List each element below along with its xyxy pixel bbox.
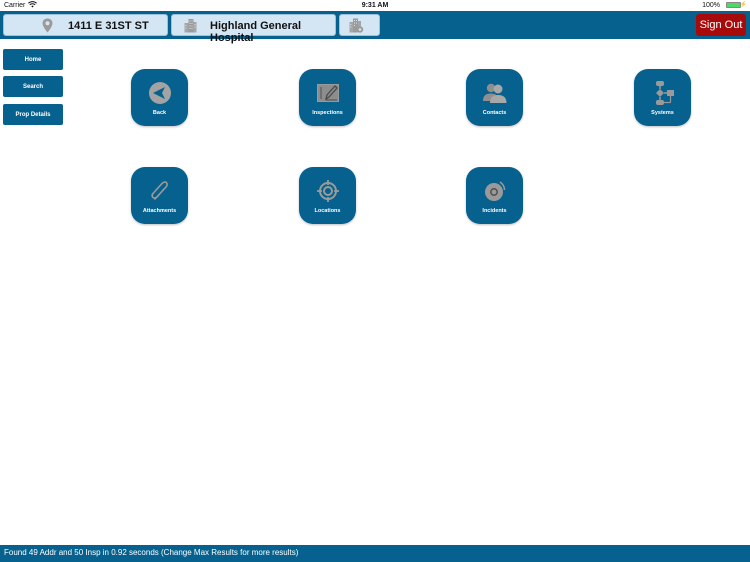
tile-contacts[interactable]: Contacts <box>466 69 523 126</box>
tile-incidents[interactable]: Incidents <box>466 167 523 224</box>
battery-percent: 100% <box>702 2 720 9</box>
property-name: Highland General Hospital <box>210 20 302 44</box>
tile-label: Attachments <box>142 208 177 214</box>
tile-locations[interactable]: Locations <box>299 167 356 224</box>
tile-label: Back <box>152 110 167 116</box>
charging-icon: ⚡ <box>739 2 747 8</box>
contacts-icon <box>482 80 508 106</box>
sign-out-button[interactable]: Sign Out <box>696 14 746 36</box>
tile-back[interactable]: Back <box>131 69 188 126</box>
address-label: 1411 E 31ST ST <box>68 20 149 32</box>
tile-label: Contacts <box>482 110 507 116</box>
battery-fill <box>727 3 740 7</box>
tile-label: Locations <box>314 208 341 214</box>
building-settings-button[interactable] <box>339 14 380 36</box>
back-arrow-icon <box>147 80 173 106</box>
clock: 9:31 AM <box>361 2 389 9</box>
crosshair-icon <box>315 178 341 204</box>
paperclip-icon <box>147 178 173 204</box>
status-bar: Carrier 9:31 AM 100% ⚡ <box>0 0 750 11</box>
sidebar-item-prop-details[interactable]: Prop Details <box>3 104 63 125</box>
tile-label: Incidents <box>482 208 507 214</box>
systems-flow-icon <box>650 80 676 106</box>
tile-label: Inspections <box>312 110 343 116</box>
tile-inspections[interactable]: Inspections <box>299 69 356 126</box>
tile-systems[interactable]: Systems <box>634 69 691 126</box>
tile-label: Systems <box>651 110 674 116</box>
top-bar: 1411 E 31ST ST Highland General Hospital… <box>0 11 750 44</box>
alarm-bell-icon <box>482 178 508 204</box>
property-button[interactable]: Highland General Hospital <box>171 14 336 44</box>
results-message: Found 49 Addr and 50 Insp in 0.92 second… <box>4 548 299 557</box>
tile-attachments[interactable]: Attachments <box>131 167 188 224</box>
building-settings-icon <box>349 18 364 33</box>
sidebar-item-search[interactable]: Search <box>3 76 63 97</box>
results-status-bar: Found 49 Addr and 50 Insp in 0.92 second… <box>0 545 750 562</box>
map-pin-icon <box>42 18 53 33</box>
inspection-edit-icon <box>315 80 341 106</box>
address-button[interactable]: 1411 E 31ST ST <box>3 14 168 36</box>
building-icon <box>184 18 197 33</box>
sidebar-item-home[interactable]: Home <box>3 49 63 70</box>
